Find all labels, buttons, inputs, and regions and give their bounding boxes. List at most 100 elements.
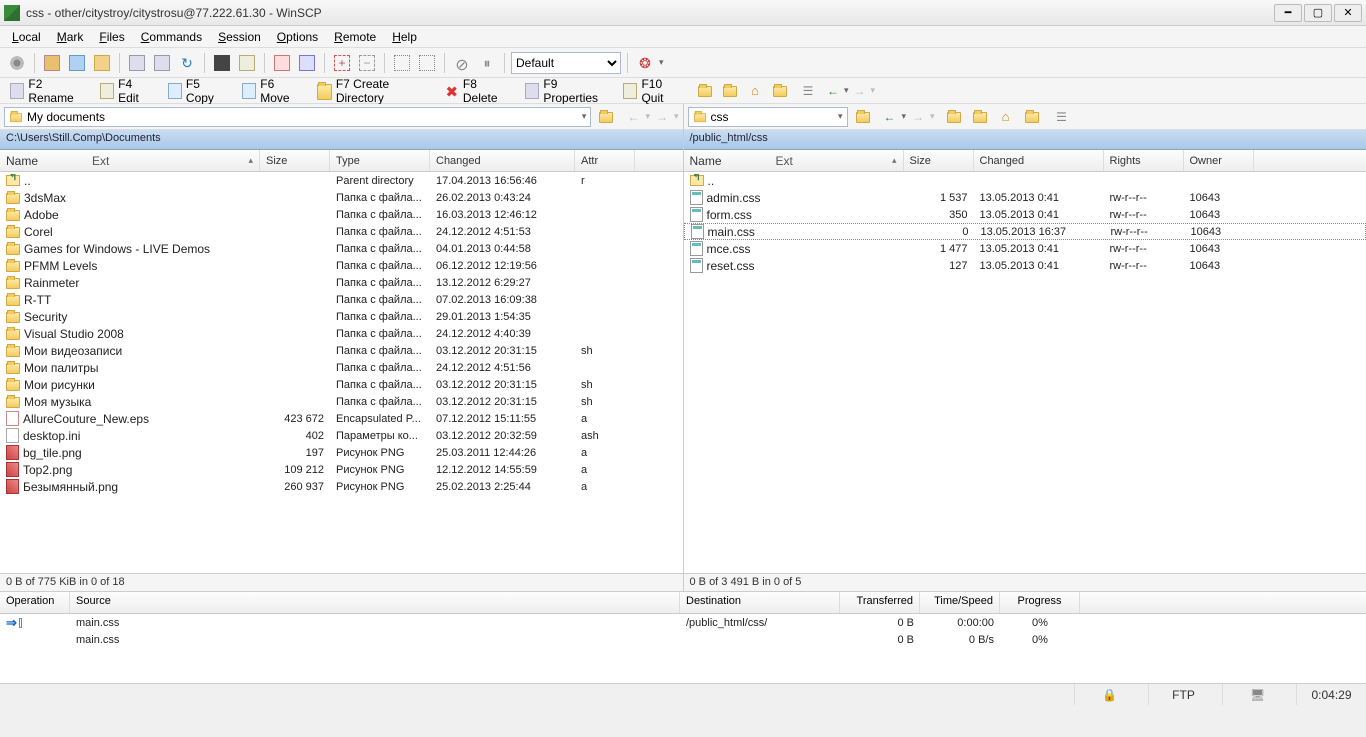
tool-btn-5[interactable] — [151, 52, 173, 74]
remote-nav-fwd[interactable]: → — [852, 84, 868, 98]
col-attr[interactable]: Attr — [575, 150, 635, 171]
menu-remote[interactable]: Remote — [328, 28, 382, 46]
queue-row[interactable]: main.css0 B0 B/s0% — [0, 631, 1366, 648]
local-location-dropdown[interactable]: My documents ▾ — [4, 107, 591, 127]
local-open-folder[interactable] — [595, 106, 617, 128]
list-item[interactable]: RainmeterПапка с файла...13.12.2012 6:29… — [0, 274, 683, 291]
tool-btn-2[interactable] — [66, 52, 88, 74]
remote-location-dropdown[interactable]: css ▾ — [688, 107, 848, 127]
tool-btn-12[interactable] — [391, 52, 413, 74]
remote-nav-back2[interactable]: ← — [882, 110, 898, 124]
local-nav-fwd[interactable]: → — [654, 110, 670, 124]
f9-properties[interactable]: F9 Properties — [521, 75, 611, 107]
list-item[interactable]: SecurityПапка с файла...29.01.2013 1:54:… — [0, 308, 683, 325]
remote-tree-toggle[interactable]: ☰ — [797, 80, 819, 102]
list-item[interactable]: Моя музыкаПапка с файла...03.12.2012 20:… — [0, 393, 683, 410]
qcol-source[interactable]: Source — [70, 592, 680, 613]
menu-files[interactable]: Files — [93, 28, 130, 46]
col-name[interactable]: NameExt▴ — [0, 150, 260, 171]
remote-nav-1[interactable] — [694, 80, 716, 102]
f8-delete[interactable]: ✖F8 Delete — [441, 75, 513, 107]
refresh-button[interactable]: ↻ — [176, 52, 198, 74]
list-item[interactable]: Visual Studio 2008Папка с файла...24.12.… — [0, 325, 683, 342]
tool-btn-8[interactable] — [271, 52, 293, 74]
list-item[interactable]: Games for Windows - LIVE DemosПапка с фа… — [0, 240, 683, 257]
list-item[interactable]: PFMM LevelsПапка с файла...06.12.2012 12… — [0, 257, 683, 274]
queue-row[interactable]: ⇒main.css/public_html/css/0 B0:00:000% — [0, 614, 1366, 631]
preset-dropdown[interactable]: Default — [511, 52, 621, 74]
remote-nav-2[interactable] — [719, 80, 741, 102]
preferences-button[interactable] — [6, 52, 28, 74]
maximize-button[interactable]: ▢ — [1304, 4, 1332, 22]
local-nav-back[interactable]: ← — [625, 110, 641, 124]
remote-nav-c[interactable] — [1021, 106, 1043, 128]
list-item[interactable]: admin.css1 53713.05.2013 0:41rw-r--r--10… — [684, 189, 1366, 206]
list-item[interactable]: ..Parent directory17.04.2013 16:56:46r — [0, 172, 683, 189]
qcol-progress[interactable]: Progress — [1000, 592, 1080, 613]
menu-local[interactable]: Local — [6, 28, 47, 46]
list-item[interactable]: main.css013.05.2013 16:37rw-r--r--10643 — [684, 223, 1366, 240]
list-item[interactable]: R-TTПапка с файла...07.02.2013 16:09:38 — [0, 291, 683, 308]
remote-nav-back[interactable]: ← — [825, 84, 841, 98]
list-item[interactable]: reset.css12713.05.2013 0:41rw-r--r--1064… — [684, 257, 1366, 274]
list-item[interactable]: form.css35013.05.2013 0:41rw-r--r--10643 — [684, 206, 1366, 223]
col-size[interactable]: Size — [260, 150, 330, 171]
menu-options[interactable]: Options — [271, 28, 324, 46]
col-owner[interactable]: Owner — [1184, 150, 1254, 171]
f2-rename[interactable]: F2 Rename — [6, 75, 88, 107]
col-rights[interactable]: Rights — [1104, 150, 1184, 171]
tool-btn-1[interactable] — [41, 52, 63, 74]
tool-btn-10[interactable]: + — [331, 52, 353, 74]
menu-session[interactable]: Session — [212, 28, 267, 46]
list-item[interactable]: 3dsMaxПапка с файла...26.02.2013 0:43:24 — [0, 189, 683, 206]
qcol-operation[interactable]: Operation — [0, 592, 70, 613]
remote-open-folder[interactable] — [852, 106, 874, 128]
tool-btn-11[interactable]: − — [356, 52, 378, 74]
remote-nav-3[interactable] — [769, 80, 791, 102]
remote-file-list[interactable]: ..admin.css1 53713.05.2013 0:41rw-r--r--… — [684, 172, 1366, 573]
local-file-list[interactable]: ..Parent directory17.04.2013 16:56:46r3d… — [0, 172, 683, 573]
qcol-timespeed[interactable]: Time/Speed — [920, 592, 1000, 613]
tool-btn-7[interactable] — [236, 52, 258, 74]
tool-btn-9[interactable] — [296, 52, 318, 74]
col-changed[interactable]: Changed — [974, 150, 1104, 171]
f7-create-dir[interactable]: F7 Create Directory — [313, 75, 432, 107]
col-type[interactable]: Type — [330, 150, 430, 171]
tool-btn-15[interactable]: ⏸ — [476, 52, 498, 74]
remote-nav-a[interactable] — [943, 106, 965, 128]
menu-commands[interactable]: Commands — [135, 28, 208, 46]
list-item[interactable]: CorelПапка с файла...24.12.2012 4:51:53 — [0, 223, 683, 240]
remote-nav-fwd2[interactable]: → — [910, 110, 926, 124]
list-item[interactable]: mce.css1 47713.05.2013 0:41rw-r--r--1064… — [684, 240, 1366, 257]
minimize-button[interactable]: ━ — [1274, 4, 1302, 22]
f5-copy[interactable]: F5 Copy — [164, 75, 230, 107]
list-item[interactable]: Мои палитрыПапка с файла...24.12.2012 4:… — [0, 359, 683, 376]
list-item[interactable]: .. — [684, 172, 1366, 189]
remote-nav-home[interactable]: ⌂ — [744, 80, 766, 102]
remote-nav-home2[interactable]: ⌂ — [995, 106, 1017, 128]
list-item[interactable]: desktop.ini402Параметры ко...03.12.2012 … — [0, 427, 683, 444]
menu-help[interactable]: Help — [386, 28, 423, 46]
list-item[interactable]: AllureCouture_New.eps423 672Encapsulated… — [0, 410, 683, 427]
tool-btn-4[interactable] — [126, 52, 148, 74]
qcol-destination[interactable]: Destination — [680, 592, 840, 613]
f4-edit[interactable]: F4 Edit — [96, 75, 156, 107]
col-name[interactable]: NameExt▴ — [684, 150, 904, 171]
col-size[interactable]: Size — [904, 150, 974, 171]
remote-nav-b[interactable] — [969, 106, 991, 128]
list-item[interactable]: Безымянный.png260 937Рисунок PNG25.02.20… — [0, 478, 683, 495]
tool-btn-6[interactable] — [211, 52, 233, 74]
queue-body[interactable]: ⇒main.css/public_html/css/0 B0:00:000%ma… — [0, 614, 1366, 683]
close-button[interactable]: ✕ — [1334, 4, 1362, 22]
f10-quit[interactable]: F10 Quit — [619, 75, 686, 107]
col-changed[interactable]: Changed — [430, 150, 575, 171]
list-item[interactable]: Top2.png109 212Рисунок PNG12.12.2012 14:… — [0, 461, 683, 478]
tool-btn-14[interactable]: ⊘ — [451, 52, 473, 74]
qcol-transferred[interactable]: Transferred — [840, 592, 920, 613]
tool-btn-13[interactable] — [416, 52, 438, 74]
remote-tree-toggle2[interactable]: ☰ — [1051, 106, 1073, 128]
transfer-settings-button[interactable]: ❂ — [634, 52, 656, 74]
list-item[interactable]: bg_tile.png197Рисунок PNG25.03.2011 12:4… — [0, 444, 683, 461]
list-item[interactable]: Мои видеозаписиПапка с файла...03.12.201… — [0, 342, 683, 359]
menu-mark[interactable]: Mark — [51, 28, 90, 46]
